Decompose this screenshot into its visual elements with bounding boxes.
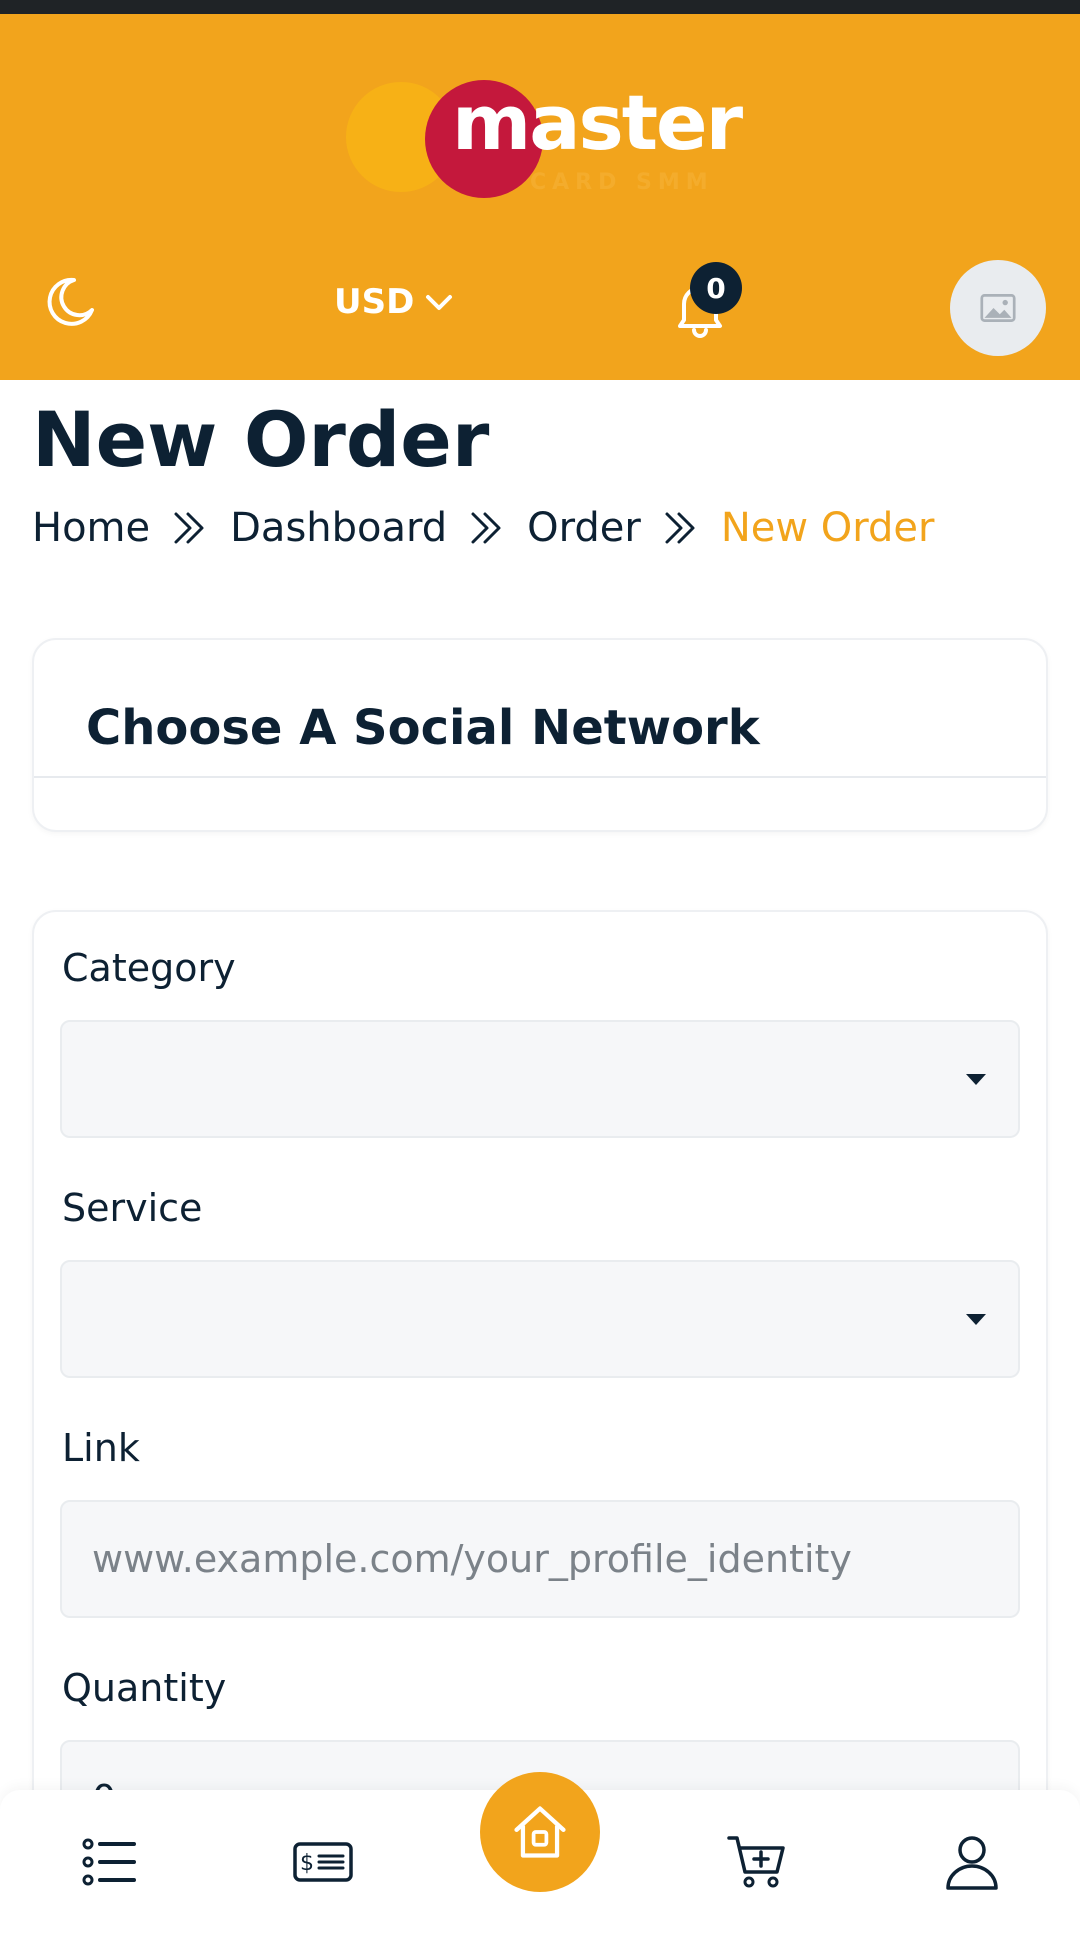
double-chevron-right-icon [174,512,204,544]
category-label: Category [62,946,236,990]
card-divider [34,776,1046,778]
list-icon [82,1838,136,1886]
nav-add-funds[interactable]: $ [293,1832,353,1892]
breadcrumb: Home Dashboard Order New Order [32,505,934,551]
brand-logo[interactable]: master CARD SMM [340,62,743,202]
currency-selector[interactable]: USD [334,282,456,322]
currency-label: USD [334,282,415,322]
logo-subtext: CARD SMM [530,170,714,195]
dark-mode-toggle[interactable] [40,272,100,332]
chevron-down-icon [426,295,453,310]
breadcrumb-home[interactable]: Home [32,505,150,551]
link-field-wrapper [60,1500,1020,1618]
user-icon [946,1836,998,1890]
image-placeholder-icon [980,294,1016,322]
quantity-label: Quantity [62,1666,227,1710]
moon-icon [47,277,94,326]
nav-new-order[interactable] [727,1832,787,1892]
nav-profile[interactable] [942,1832,1002,1892]
page-title: New Order [32,395,490,484]
breadcrumb-order[interactable]: Order [527,505,641,551]
category-select[interactable] [60,1020,1020,1138]
money-bill-icon: $ [293,1842,353,1882]
social-network-title: Choose A Social Network [86,700,760,756]
top-header: master CARD SMM USD 0 [0,14,1080,380]
user-avatar[interactable] [950,260,1046,356]
breadcrumb-dashboard[interactable]: Dashboard [230,505,447,551]
nav-home-button[interactable] [480,1772,600,1892]
service-label: Service [62,1186,203,1230]
double-chevron-right-icon [471,512,501,544]
cart-plus-icon [727,1836,785,1888]
caret-down-icon [966,1314,986,1325]
social-network-card: Choose A Social Network [32,638,1048,832]
home-icon [514,1806,566,1858]
notification-count-badge: 0 [690,262,742,314]
logo-wordmark: master [452,78,743,167]
double-chevron-right-icon [665,512,695,544]
svg-text:$: $ [300,1851,314,1876]
service-select[interactable] [60,1260,1020,1378]
nav-orders-list[interactable] [80,1832,140,1892]
breadcrumb-current: New Order [720,505,935,551]
caret-down-icon [966,1074,986,1085]
link-input[interactable] [92,1502,992,1616]
status-bar [0,0,1080,14]
link-label: Link [62,1426,140,1470]
